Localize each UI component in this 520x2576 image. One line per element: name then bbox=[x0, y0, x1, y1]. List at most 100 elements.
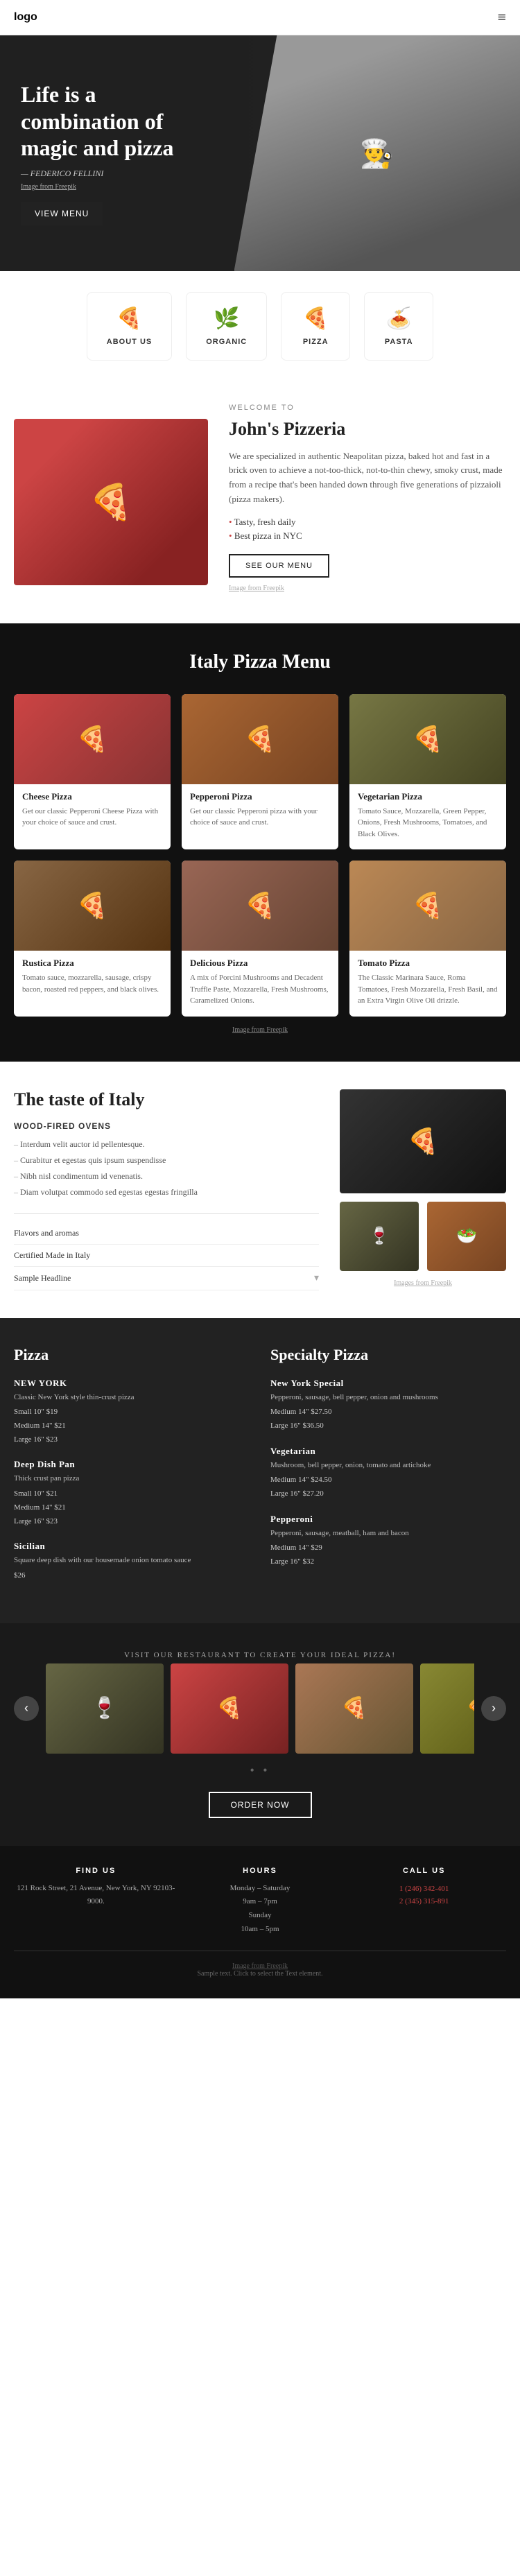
hours-sunday-hours: 10am – 5pm bbox=[178, 1923, 343, 1937]
price-item-sicilian: Sicilian Square deep dish with our house… bbox=[14, 1541, 250, 1582]
taste-img-credit[interactable]: Images from Freepik bbox=[340, 1279, 506, 1287]
price-sp-name-2: Vegetarian bbox=[270, 1446, 506, 1457]
taste-large-image: 🍕 bbox=[340, 1089, 506, 1193]
price-sp-line-3a: Medium 14" $29 bbox=[270, 1541, 506, 1555]
carousel-image-4: 🍕 bbox=[420, 1663, 474, 1754]
price-sp-values-3: Medium 14" $29 Large 16" $32 bbox=[270, 1541, 506, 1569]
pizza-menu-img-credit[interactable]: Image from Freepik bbox=[14, 1026, 506, 1034]
price-sp-line-1a: Medium 14" $27.50 bbox=[270, 1406, 506, 1419]
price-line-1b: Medium 14" $21 bbox=[14, 1419, 250, 1433]
pizza-name-4: Rustica Pizza bbox=[22, 958, 162, 969]
pizza-name-5: Delicious Pizza bbox=[190, 958, 330, 969]
icons-row: 🍕 ABOUT US 🌿 ORGANIC 🍕 PIZZA 🍝 PASTA bbox=[0, 271, 520, 381]
price-item-nyspecial: New York Special Pepperoni, sausage, bel… bbox=[270, 1378, 506, 1433]
price-sp-line-2b: Large 16" $27.20 bbox=[270, 1487, 506, 1501]
phone-1[interactable]: 1 (246) 342-401 bbox=[399, 1885, 449, 1893]
welcome-bullet-1: Tasty, fresh daily bbox=[229, 515, 506, 529]
welcome-pre-title: WELCOME TO bbox=[229, 402, 506, 415]
taste-sample-field[interactable]: Sample Headline ▾ bbox=[14, 1267, 319, 1290]
see-menu-button[interactable]: SEE OUR MENU bbox=[229, 554, 329, 578]
order-now-button[interactable]: ORDER NOW bbox=[209, 1792, 312, 1818]
price-line-2a: Small 10" $21 bbox=[14, 1487, 250, 1501]
footer-hours: HOURS Monday – Saturday 9am – 7pm Sunday… bbox=[178, 1867, 343, 1937]
pizza-desc-2: Get our classic Pepperoni pizza with you… bbox=[190, 806, 330, 829]
taste-image-row: 🍷 🥗 bbox=[340, 1202, 506, 1271]
taste-bullet-3: Nibh nisl condimentum id venenatis. bbox=[14, 1168, 319, 1184]
pizza-card-3[interactable]: 🍕 Vegetarian Pizza Tomato Sauce, Mozzare… bbox=[349, 694, 506, 850]
welcome-body: We are specialized in authentic Neapolit… bbox=[229, 449, 506, 507]
welcome-img-credit[interactable]: Image from Freepik bbox=[229, 583, 506, 594]
taste-flavor-field[interactable]: Flavors and aromas bbox=[14, 1222, 319, 1245]
chef-placeholder: 👨‍🍳 bbox=[234, 35, 520, 271]
pizza-card-1[interactable]: 🍕 Cheese Pizza Get our classic Pepperoni… bbox=[14, 694, 171, 850]
icon-card-pizza[interactable]: 🍕 PIZZA bbox=[281, 292, 350, 361]
icon-card-organic[interactable]: 🌿 ORGANIC bbox=[186, 292, 267, 361]
taste-sample-label: Sample Headline bbox=[14, 1273, 71, 1283]
price-name-1: NEW YORK bbox=[14, 1378, 250, 1389]
price-line-2c: Large 16" $23 bbox=[14, 1515, 250, 1529]
icon-card-about-us[interactable]: 🍕 ABOUT US bbox=[87, 292, 172, 361]
pizza-image-5: 🍕 bbox=[182, 861, 338, 951]
footer-img-credit[interactable]: Image from Freepik bbox=[14, 1962, 506, 1970]
icon-card-pasta[interactable]: 🍝 PASTA bbox=[364, 292, 433, 361]
pizza-card-6[interactable]: 🍕 Tomato Pizza The Classic Marinara Sauc… bbox=[349, 861, 506, 1017]
price-sp-desc-2: Mushroom, bell pepper, onion, tomato and… bbox=[270, 1460, 506, 1471]
price-item-deepdish: Deep Dish Pan Thick crust pan pizza Smal… bbox=[14, 1459, 250, 1528]
carousel-section: visit our restaurant to create your idea… bbox=[0, 1623, 520, 1846]
pizza-image-1: 🍕 bbox=[14, 694, 171, 784]
carousel-image-1: 🍷 bbox=[46, 1663, 164, 1754]
hamburger-icon[interactable]: ≡ bbox=[498, 8, 506, 26]
pizza-menu-title: Italy Pizza Menu bbox=[14, 651, 506, 673]
pizza-image-4: 🍕 bbox=[14, 861, 171, 951]
welcome-text: WELCOME TO John's Pizzeria We are specia… bbox=[229, 402, 506, 603]
pizza-card-5[interactable]: 🍕 Delicious Pizza A mix of Porcini Mushr… bbox=[182, 861, 338, 1017]
taste-certified-label: Certified Made in Italy bbox=[14, 1250, 90, 1261]
price-line-2b: Medium 14" $21 bbox=[14, 1501, 250, 1515]
pizza-desc-6: The Classic Marinara Sauce, Roma Tomatoe… bbox=[358, 972, 498, 1007]
about-us-label: ABOUT US bbox=[107, 338, 152, 346]
pizza-card-2[interactable]: 🍕 Pepperoni Pizza Get our classic Pepper… bbox=[182, 694, 338, 850]
about-us-icon: 🍕 bbox=[116, 306, 142, 331]
welcome-section: 🍕 WELCOME TO John's Pizzeria We are spec… bbox=[0, 381, 520, 623]
welcome-pizza-image: 🍕 bbox=[14, 419, 208, 585]
footer-copyright: Sample text. Click to select the Text el… bbox=[14, 1970, 506, 1978]
price-desc-2: Thick crust pan pizza bbox=[14, 1473, 250, 1485]
pizza-card-body-2: Pepperoni Pizza Get our classic Pepperon… bbox=[182, 784, 338, 838]
carousel-next-button[interactable]: › bbox=[481, 1696, 506, 1721]
taste-certified-field[interactable]: Certified Made in Italy bbox=[14, 1245, 319, 1267]
price-col-2: Specialty Pizza New York Special Peppero… bbox=[270, 1346, 506, 1596]
price-values-2: Small 10" $21 Medium 14" $21 Large 16" $… bbox=[14, 1487, 250, 1528]
organic-label: ORGANIC bbox=[206, 338, 247, 346]
find-us-title: FIND US bbox=[14, 1867, 178, 1875]
order-btn-wrap: ORDER NOW bbox=[14, 1792, 506, 1818]
footer: FIND US 121 Rock Street, 21 Avenue, New … bbox=[0, 1846, 520, 1998]
taste-small-image-1: 🍷 bbox=[340, 1202, 419, 1271]
taste-section: The taste of Italy Wood-fired ovens Inte… bbox=[0, 1062, 520, 1318]
price-sp-line-2a: Medium 14" $24.50 bbox=[270, 1473, 506, 1487]
pasta-label: PASTA bbox=[385, 338, 413, 346]
pizza-desc-1: Get our classic Pepperoni Cheese Pizza w… bbox=[22, 806, 162, 829]
pizza-card-body-5: Delicious Pizza A mix of Porcini Mushroo… bbox=[182, 951, 338, 1017]
view-menu-button[interactable]: VIEW MENU bbox=[21, 202, 103, 225]
price-col1-title: Pizza bbox=[14, 1346, 250, 1364]
welcome-title: John's Pizzeria bbox=[229, 419, 506, 440]
phone-2[interactable]: 2 (345) 315-891 bbox=[399, 1897, 449, 1905]
hero-chef-image: 👨‍🍳 bbox=[234, 35, 520, 271]
hero-content: Life is a combination of magic and pizza… bbox=[0, 53, 222, 252]
carousel-prev-button[interactable]: ‹ bbox=[14, 1696, 39, 1721]
hero-img-credit[interactable]: Image from Freepik bbox=[21, 183, 201, 191]
pizza-name-6: Tomato Pizza bbox=[358, 958, 498, 969]
pizza-card-4[interactable]: 🍕 Rustica Pizza Tomato sauce, mozzarella… bbox=[14, 861, 171, 1017]
hours-weekday-hours: 9am – 7pm bbox=[178, 1895, 343, 1909]
find-us-address: 121 Rock Street, 21 Avenue, New York, NY… bbox=[14, 1882, 178, 1910]
pizza-image-6: 🍕 bbox=[349, 861, 506, 951]
taste-flavor-label: Flavors and aromas bbox=[14, 1228, 79, 1238]
footer-columns: FIND US 121 Rock Street, 21 Avenue, New … bbox=[14, 1867, 506, 1937]
price-sp-desc-3: Pepperoni, sausage, meatball, ham and ba… bbox=[270, 1528, 506, 1539]
footer-call-us: CALL US 1 (246) 342-401 2 (345) 315-891 bbox=[342, 1867, 506, 1937]
price-sp-line-1b: Large 16" $36.50 bbox=[270, 1419, 506, 1433]
pizza-card-body-1: Cheese Pizza Get our classic Pepperoni C… bbox=[14, 784, 171, 838]
price-sp-line-3b: Large 16" $32 bbox=[270, 1555, 506, 1569]
price-item-pepperoni: Pepperoni Pepperoni, sausage, meatball, … bbox=[270, 1514, 506, 1569]
pizza-menu-section: Italy Pizza Menu 🍕 Cheese Pizza Get our … bbox=[0, 623, 520, 1062]
